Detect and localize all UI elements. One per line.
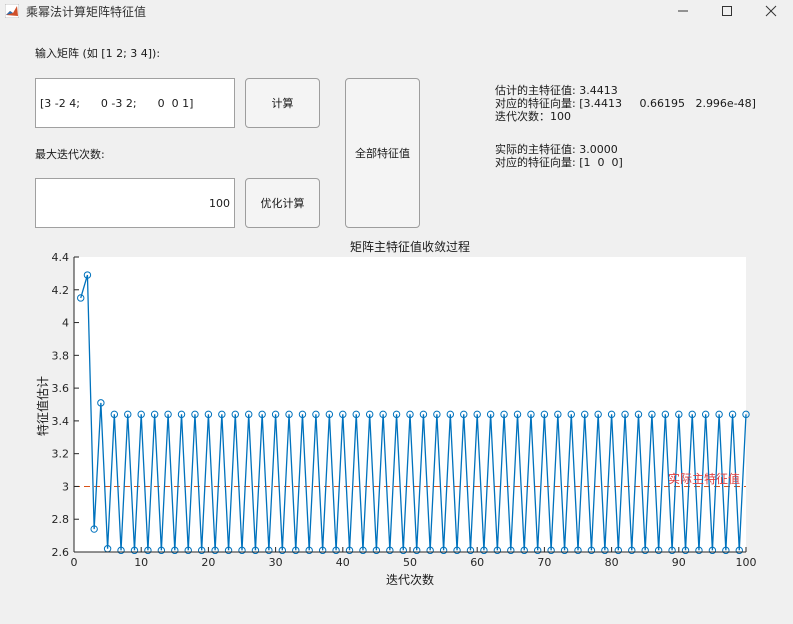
- matrix-label: 输入矩阵 (如 [1 2; 3 4]):: [35, 47, 161, 60]
- all-eigenvalues-button[interactable]: 全部特征值: [345, 78, 420, 228]
- y-tick-label: 4: [62, 317, 69, 330]
- iter-input[interactable]: 100: [35, 178, 235, 228]
- y-tick-label: 3: [62, 480, 69, 493]
- maximize-icon: [722, 6, 732, 16]
- optimize-button[interactable]: 优化计算: [245, 178, 320, 228]
- iter-label: 最大迭代次数:: [35, 148, 105, 161]
- x-tick-label: 80: [605, 556, 619, 569]
- close-button[interactable]: [749, 0, 793, 22]
- matrix-input[interactable]: [3 -2 4; 0 -3 2; 0 0 1]: [35, 78, 235, 128]
- matlab-icon: [5, 4, 19, 18]
- y-tick-label: 3.2: [52, 448, 70, 461]
- x-tick-label: 10: [134, 556, 148, 569]
- x-tick-label: 70: [537, 556, 551, 569]
- y-axis-label: 特征值估计: [35, 376, 50, 436]
- y-tick-label: 3.4: [52, 415, 70, 428]
- maximize-button[interactable]: [705, 0, 749, 22]
- chart-title: 矩阵主特征值收敛过程: [350, 239, 470, 254]
- y-tick-label: 3.8: [52, 349, 70, 362]
- y-tick-label: 2.8: [52, 513, 70, 526]
- minimize-button[interactable]: [661, 0, 705, 22]
- convergence-chart: 0 10 20 30 40 50 60 70 80 90 100 2.6 2.8 3 3.2 3.4 3.6 3.…: [35, 239, 757, 587]
- x-tick-label: 0: [71, 556, 78, 569]
- x-tick-label: 50: [403, 556, 417, 569]
- x-axis-label: 迭代次数: [386, 572, 434, 587]
- x-tick-label: 20: [201, 556, 215, 569]
- y-tick-label: 3.6: [52, 382, 70, 395]
- y-tick-label: 4.2: [52, 284, 70, 297]
- reference-line-label: 实际主特征值: [668, 471, 740, 486]
- close-icon: [765, 5, 777, 17]
- true-eigenvalue: 实际的主特征值: 3.0000: [495, 143, 618, 156]
- title-bar: 乘幂法计算矩阵特征值: [0, 0, 793, 22]
- window-title: 乘幂法计算矩阵特征值: [26, 5, 147, 19]
- true-eigenvector: 对应的特征向量: [1 0 0]: [495, 156, 623, 169]
- x-tick-label: 60: [470, 556, 484, 569]
- x-tick-label: 40: [336, 556, 350, 569]
- x-tick-label: 30: [269, 556, 283, 569]
- x-tick-label: 100: [736, 556, 757, 569]
- compute-button[interactable]: 计算: [245, 78, 320, 128]
- estimated-eigenvector: 对应的特征向量: [3.4413 0.66195 2.996e-48]: [495, 97, 756, 110]
- iteration-count: 迭代次数：100: [495, 110, 571, 123]
- minimize-icon: [678, 10, 688, 12]
- plot-area: [74, 257, 746, 552]
- y-tick-label: 4.4: [52, 251, 70, 264]
- y-tick-label: 2.6: [52, 546, 70, 559]
- x-tick-label: 90: [672, 556, 686, 569]
- estimated-eigenvalue: 估计的主特征值: 3.4413: [495, 84, 618, 97]
